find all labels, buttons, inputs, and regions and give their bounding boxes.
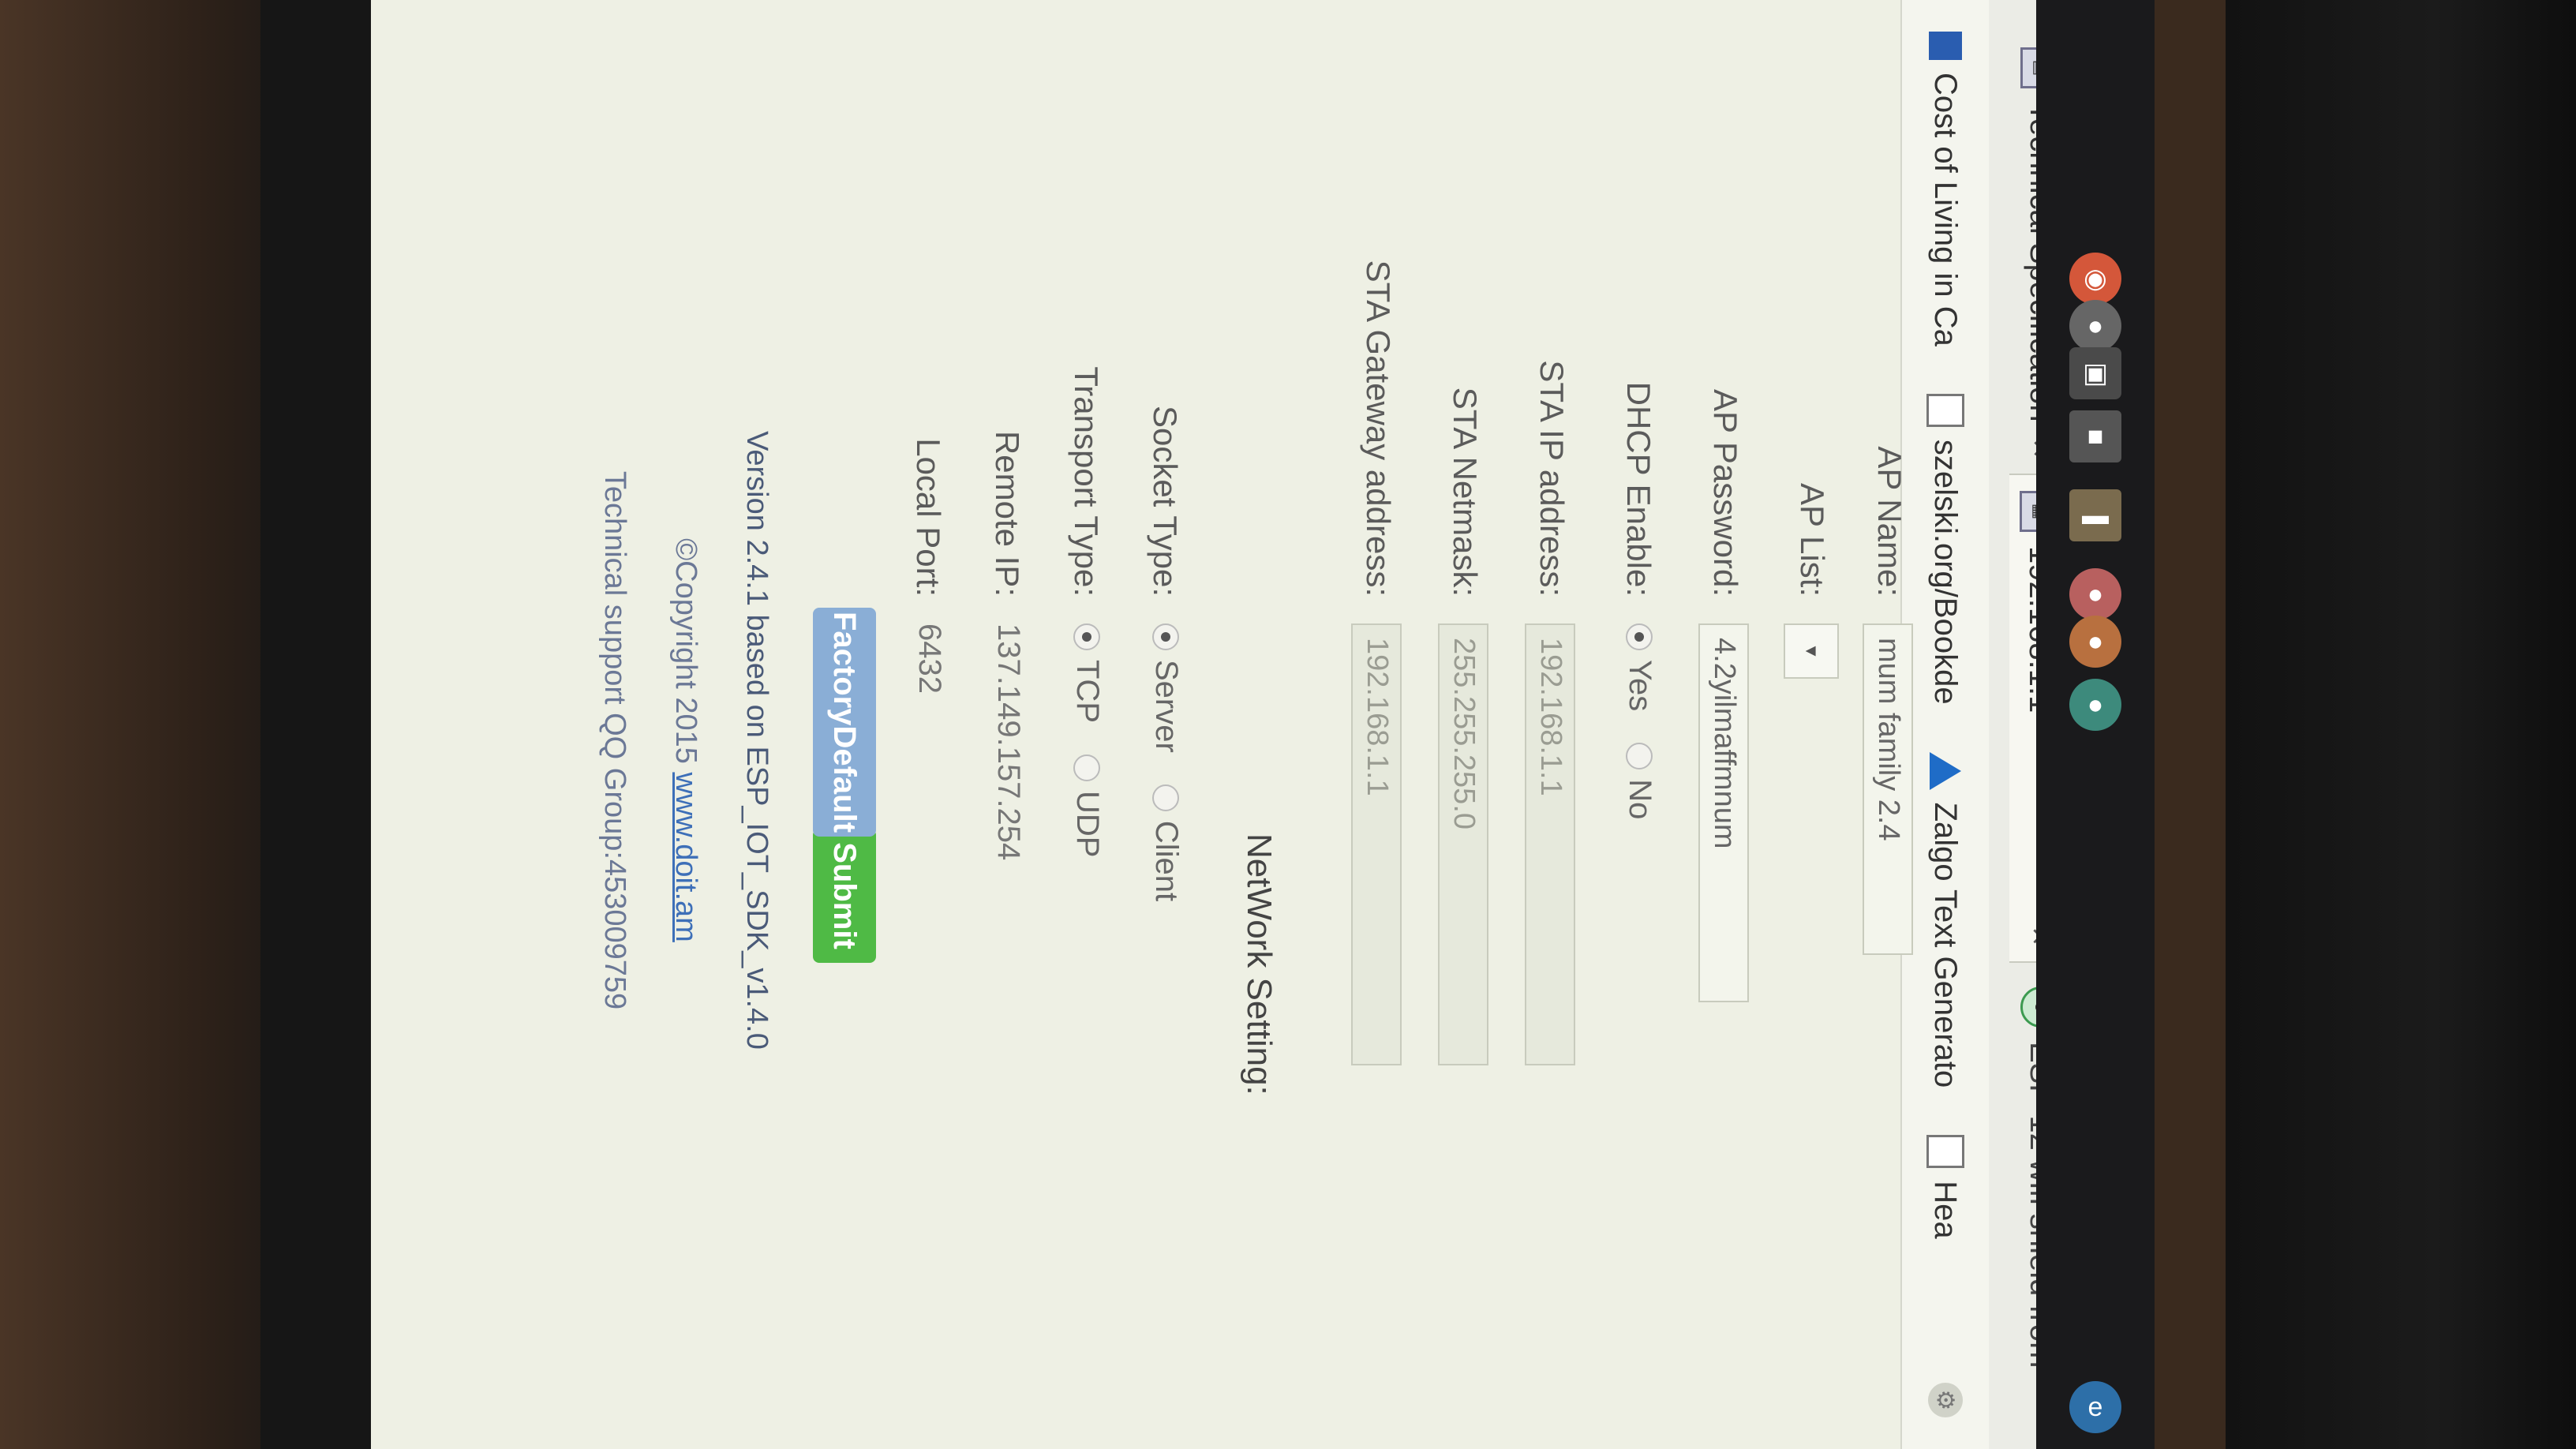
ap-password-input[interactable]: 4.2yilmaffmnum bbox=[1698, 623, 1749, 1002]
local-port-label: Local Port: bbox=[910, 438, 947, 597]
dhcp-radio-group: Yes No bbox=[1622, 623, 1657, 851]
dhcp-yes-radio[interactable] bbox=[1626, 623, 1653, 650]
copyright-line: ©Copyright 2015 www.doit.am bbox=[668, 16, 702, 1449]
sta-gateway-label: STA Gateway address: bbox=[1360, 260, 1397, 597]
dhcp-no-radio[interactable] bbox=[1626, 743, 1653, 770]
sta-gateway-input[interactable]: 192.168.1.1 bbox=[1351, 623, 1402, 1065]
transport-type-row: Transport Type: TCP UDP bbox=[1058, 0, 1105, 1449]
bookmarks-bar: Cost of Living in Ca szelski.org/Bookde … bbox=[1900, 0, 1989, 1449]
ap-list-label: AP List: bbox=[1794, 483, 1831, 597]
factory-default-button[interactable]: FactoryDefault bbox=[813, 608, 876, 837]
socket-type-row: Socket Type: Server Client bbox=[1136, 0, 1184, 1449]
store-icon[interactable]: ● bbox=[2069, 568, 2121, 620]
ap-name-input[interactable]: mum family 2.4 bbox=[1863, 623, 1913, 955]
ap-password-row: AP Password: 4.2yilmaffmnum bbox=[1697, 0, 1749, 1449]
ap-list-row: AP List: ▼ bbox=[1784, 0, 1839, 1449]
bookmark-zalgo[interactable]: Zalgo Text Generato bbox=[1928, 751, 1964, 1088]
local-port-input[interactable]: 6432 bbox=[912, 623, 947, 694]
window-icon[interactable]: ■ bbox=[2069, 410, 2121, 462]
socket-client-radio[interactable] bbox=[1152, 784, 1180, 811]
copyright-text: ©Copyright 2015 bbox=[669, 538, 702, 764]
transport-udp-radio[interactable] bbox=[1073, 754, 1101, 781]
app-icon[interactable]: ● bbox=[2069, 300, 2121, 352]
browser-window: ▤ Technical Specification × ▦ 192.168.1.… bbox=[371, 0, 2091, 1449]
dhcp-row: DHCP Enable: Yes No bbox=[1610, 0, 1657, 1449]
document-icon bbox=[1926, 393, 1964, 427]
chevron-down-icon: ▼ bbox=[1802, 642, 1822, 660]
support-text: Technical support QQ Group:453009759 bbox=[598, 470, 631, 1010]
transport-tcp-label: TCP bbox=[1070, 660, 1105, 723]
taskbar: ◉ ● ▣ ■ ▬ ● ● ● e bbox=[2036, 0, 2155, 1449]
triangle-icon bbox=[1930, 751, 1961, 790]
chrome-icon[interactable]: ◉ bbox=[2069, 253, 2121, 305]
doit-link[interactable]: www.doit.am bbox=[669, 772, 702, 942]
transport-tcp-radio[interactable] bbox=[1073, 623, 1101, 650]
remote-ip-input[interactable]: 137.149.157.254 bbox=[990, 623, 1026, 860]
notes-icon[interactable]: ▣ bbox=[2069, 347, 2121, 399]
sta-gateway-row: STA Gateway address: 192.168.1.1 bbox=[1350, 0, 1402, 1449]
dhcp-label: DHCP Enable: bbox=[1620, 381, 1657, 597]
dhcp-yes-label: Yes bbox=[1623, 660, 1657, 712]
remote-ip-label: Remote IP: bbox=[989, 430, 1026, 597]
transport-type-label: Transport Type: bbox=[1068, 366, 1105, 597]
socket-type-radio-group: Server Client bbox=[1148, 623, 1184, 933]
sta-netmask-label: STA Netmask: bbox=[1447, 387, 1484, 597]
sta-ip-input[interactable]: 192.168.1.1 bbox=[1525, 623, 1575, 1065]
document-icon bbox=[1926, 1135, 1964, 1169]
bookmark-szelski[interactable]: szelski.org/Bookde bbox=[1926, 393, 1964, 705]
monitor-bezel-top bbox=[260, 0, 371, 1449]
gear-icon[interactable]: ⚙ bbox=[1928, 1383, 1963, 1417]
media-icon[interactable]: ● bbox=[2069, 616, 2121, 668]
transport-udp-label: UDP bbox=[1070, 791, 1105, 858]
socket-server-radio[interactable] bbox=[1152, 623, 1180, 650]
ap-password-label: AP Password: bbox=[1707, 388, 1744, 597]
sta-ip-row: STA IP address: 192.168.1.1 bbox=[1523, 0, 1575, 1449]
flag-icon bbox=[1929, 32, 1962, 60]
sta-netmask-input[interactable]: 255.255.255.0 bbox=[1438, 623, 1488, 1065]
bookmark-label: Zalgo Text Generato bbox=[1928, 802, 1964, 1088]
socket-client-label: Client bbox=[1149, 820, 1184, 902]
ap-name-label: AP Name: bbox=[1871, 446, 1908, 597]
monitor-bezel-bottom bbox=[2226, 0, 2576, 1449]
ap-name-row: AP Name: mum family 2.4 bbox=[1861, 0, 1913, 1449]
esp-config-page: AP Name: mum family 2.4 AP List: ▼ AP Pa… bbox=[371, 0, 1913, 1449]
bookmark-label: szelski.org/Bookde bbox=[1928, 439, 1964, 705]
submit-button[interactable]: Submit bbox=[813, 829, 876, 963]
edge-icon[interactable]: e bbox=[2069, 1381, 2121, 1433]
remote-ip-row: Remote IP: 137.149.157.254 bbox=[979, 0, 1026, 1449]
bookmark-label: Hea bbox=[1928, 1181, 1964, 1239]
ap-list-select[interactable]: ▼ bbox=[1784, 623, 1839, 679]
bookmark-cost-of-living[interactable]: Cost of Living in Ca bbox=[1928, 32, 1964, 346]
sta-netmask-row: STA Netmask: 255.255.255.0 bbox=[1436, 0, 1488, 1449]
socket-type-label: Socket Type: bbox=[1147, 405, 1184, 597]
network-setting-title: NetWork Setting: bbox=[1240, 833, 1279, 1095]
sta-ip-label: STA IP address: bbox=[1533, 360, 1571, 597]
version-text: Version 2.4.1 based on ESP_IOT_SDK_v1.4.… bbox=[740, 431, 773, 1050]
local-port-row: Local Port: 6432 bbox=[900, 0, 947, 1449]
transport-type-radio-group: TCP UDP bbox=[1069, 623, 1105, 889]
socket-server-label: Server bbox=[1149, 660, 1184, 753]
folder-icon[interactable]: ▬ bbox=[2069, 489, 2121, 541]
phone-icon[interactable]: ● bbox=[2069, 679, 2121, 731]
bookmark-hea[interactable]: Hea bbox=[1926, 1135, 1964, 1239]
bookmark-label: Cost of Living in Ca bbox=[1928, 73, 1964, 346]
dhcp-no-label: No bbox=[1623, 779, 1657, 820]
